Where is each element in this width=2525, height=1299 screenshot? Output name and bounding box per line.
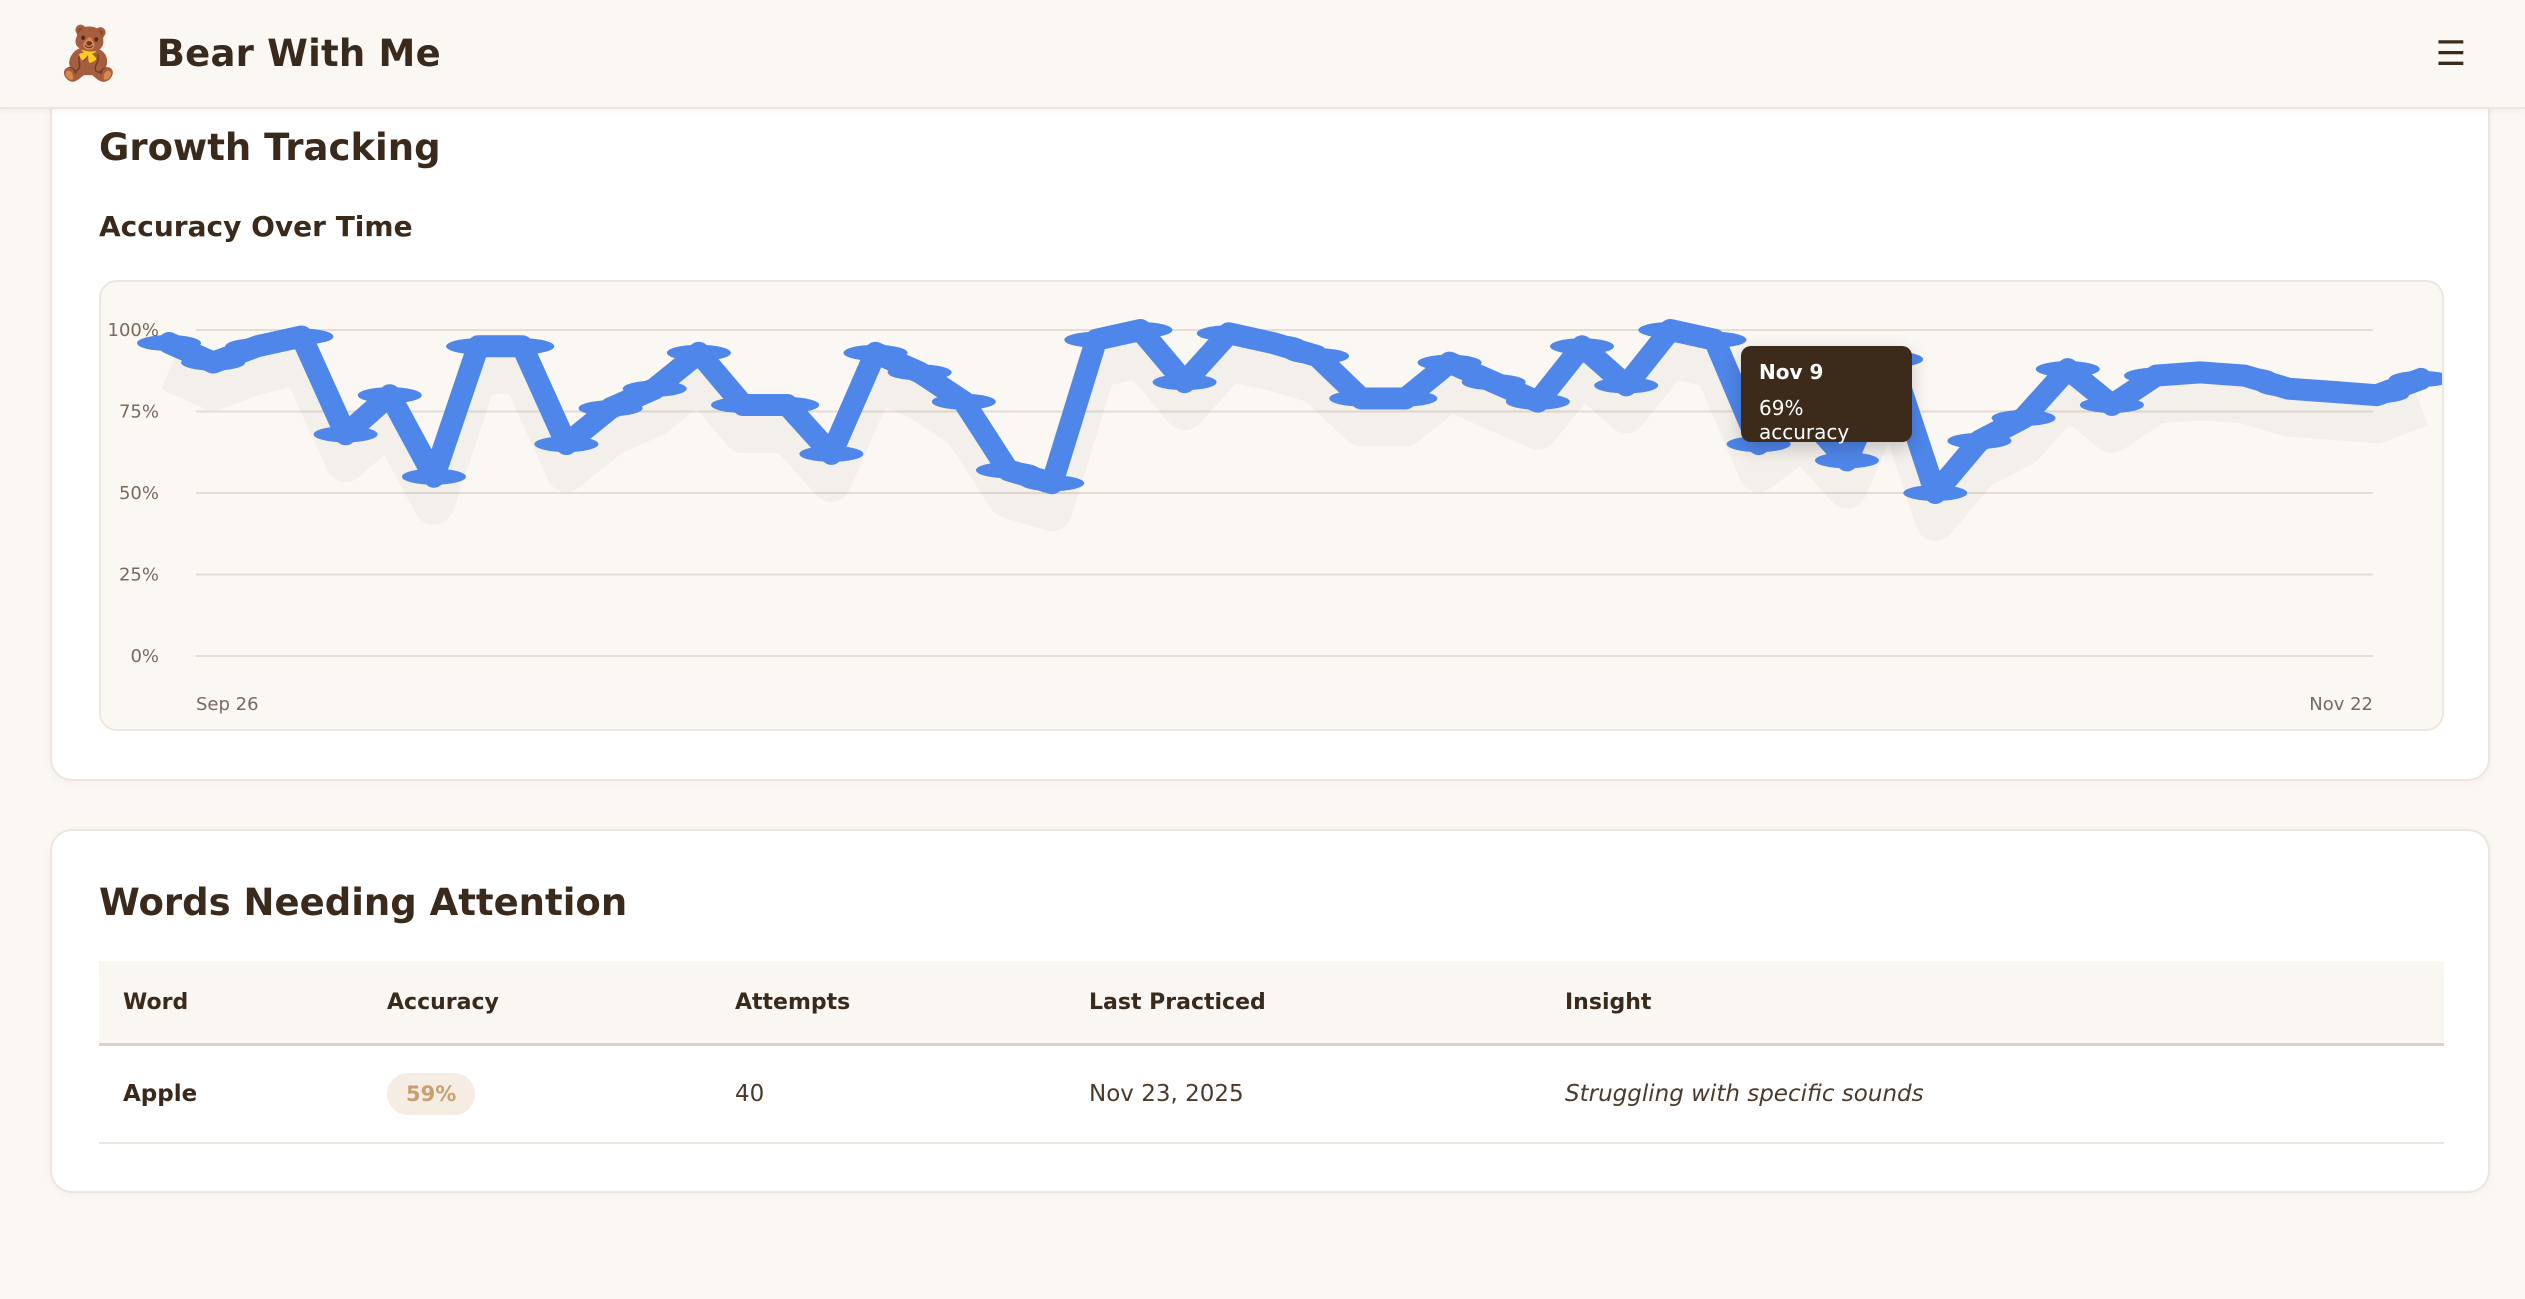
- data-point[interactable]: [181, 354, 246, 371]
- data-point[interactable]: [357, 387, 422, 404]
- data-point[interactable]: [313, 426, 378, 443]
- app-title: Bear With Me: [156, 32, 441, 75]
- data-point[interactable]: [1550, 338, 1615, 355]
- last-practiced-cell: Nov 23, 2025: [1089, 1081, 1244, 1107]
- data-point[interactable]: [2212, 367, 2277, 384]
- y-tick-label: 50%: [119, 483, 159, 504]
- accuracy-chart[interactable]: 0% 25% 50% 75% 100% Sep 26 Nov 22 Nov 9 69% …: [99, 280, 2444, 731]
- data-point[interactable]: [975, 462, 1040, 479]
- menu-icon[interactable]: ☰: [2427, 30, 2475, 78]
- table-header-row: Word Accuracy Attempts Last Practiced In…: [99, 961, 2444, 1046]
- y-tick-label: 0%: [130, 646, 159, 667]
- column-header-last-practiced[interactable]: Last Practiced: [1089, 990, 1266, 1015]
- data-point[interactable]: [1020, 475, 1085, 492]
- column-header-attempts[interactable]: Attempts: [735, 990, 850, 1015]
- data-point[interactable]: [1505, 393, 1570, 410]
- data-point[interactable]: [578, 400, 643, 417]
- data-point[interactable]: [2079, 396, 2144, 413]
- data-point[interactable]: [1903, 485, 1968, 501]
- y-tick-label: 25%: [119, 565, 159, 586]
- data-point[interactable]: [1991, 410, 2056, 427]
- accuracy-badge: 59%: [387, 1073, 476, 1115]
- data-point[interactable]: [1594, 377, 1659, 394]
- data-point[interactable]: [1240, 335, 1305, 352]
- data-point[interactable]: [1461, 374, 1526, 391]
- x-tick-label-end: Nov 22: [2309, 694, 2373, 715]
- x-tick-label-start: Sep 26: [196, 694, 259, 715]
- data-point[interactable]: [137, 335, 201, 352]
- data-point[interactable]: [622, 380, 687, 397]
- app-header: 🧸 Bear With Me ☰: [0, 0, 2525, 109]
- y-tick-label: 75%: [119, 402, 159, 423]
- data-point[interactable]: [2035, 361, 2100, 378]
- data-point[interactable]: [755, 396, 820, 413]
- data-point[interactable]: [2344, 387, 2409, 404]
- tooltip-date: Nov 9: [1759, 360, 1824, 384]
- word-cell: Apple: [123, 1081, 198, 1107]
- data-point[interactable]: [1373, 390, 1438, 407]
- data-point[interactable]: [843, 344, 908, 361]
- insight-cell: Struggling with specific sounds: [1565, 1081, 1924, 1107]
- accuracy-chart-title: Accuracy Over Time: [99, 210, 413, 243]
- column-header-accuracy[interactable]: Accuracy: [387, 990, 499, 1015]
- words-needing-attention-card: Words Needing Attention Word Accuracy At…: [50, 829, 2490, 1193]
- words-needing-attention-title: Words Needing Attention: [99, 881, 628, 924]
- table-row[interactable]: Apple 59% 40 Nov 23, 2025 Struggling wit…: [99, 1046, 2444, 1144]
- data-point[interactable]: [1947, 432, 2012, 449]
- data-point[interactable]: [534, 436, 599, 453]
- data-point[interactable]: [887, 364, 952, 381]
- tooltip-value: 69% accuracy: [1759, 396, 1850, 444]
- accuracy-chart-svg[interactable]: 0%25%50%75%100% Sep 26 Nov 22: [101, 282, 2444, 731]
- data-point[interactable]: [1814, 452, 1879, 469]
- chart-tooltip: Nov 9 69% accuracy: [1741, 346, 1912, 444]
- data-point[interactable]: [666, 344, 731, 361]
- growth-tracking-title: Growth Tracking: [99, 126, 441, 169]
- data-point[interactable]: [799, 445, 864, 462]
- data-point[interactable]: [1152, 374, 1217, 391]
- data-point[interactable]: [1285, 348, 1350, 365]
- data-point[interactable]: [1417, 354, 1482, 371]
- data-point[interactable]: [1108, 322, 1173, 338]
- bear-logo-icon[interactable]: 🧸: [56, 28, 121, 80]
- column-header-insight[interactable]: Insight: [1565, 990, 1651, 1015]
- data-point[interactable]: [1682, 331, 1747, 348]
- words-table: Word Accuracy Attempts Last Practiced In…: [99, 961, 2444, 1144]
- attempts-cell: 40: [735, 1081, 765, 1107]
- data-point[interactable]: [269, 328, 334, 345]
- data-point[interactable]: [931, 393, 996, 410]
- column-header-word[interactable]: Word: [123, 990, 188, 1015]
- data-point[interactable]: [401, 468, 466, 485]
- accuracy-cell: 59%: [387, 1073, 476, 1115]
- growth-tracking-card: Growth Tracking Accuracy Over Time 0% 25%…: [50, 70, 2490, 781]
- data-point[interactable]: [490, 338, 555, 355]
